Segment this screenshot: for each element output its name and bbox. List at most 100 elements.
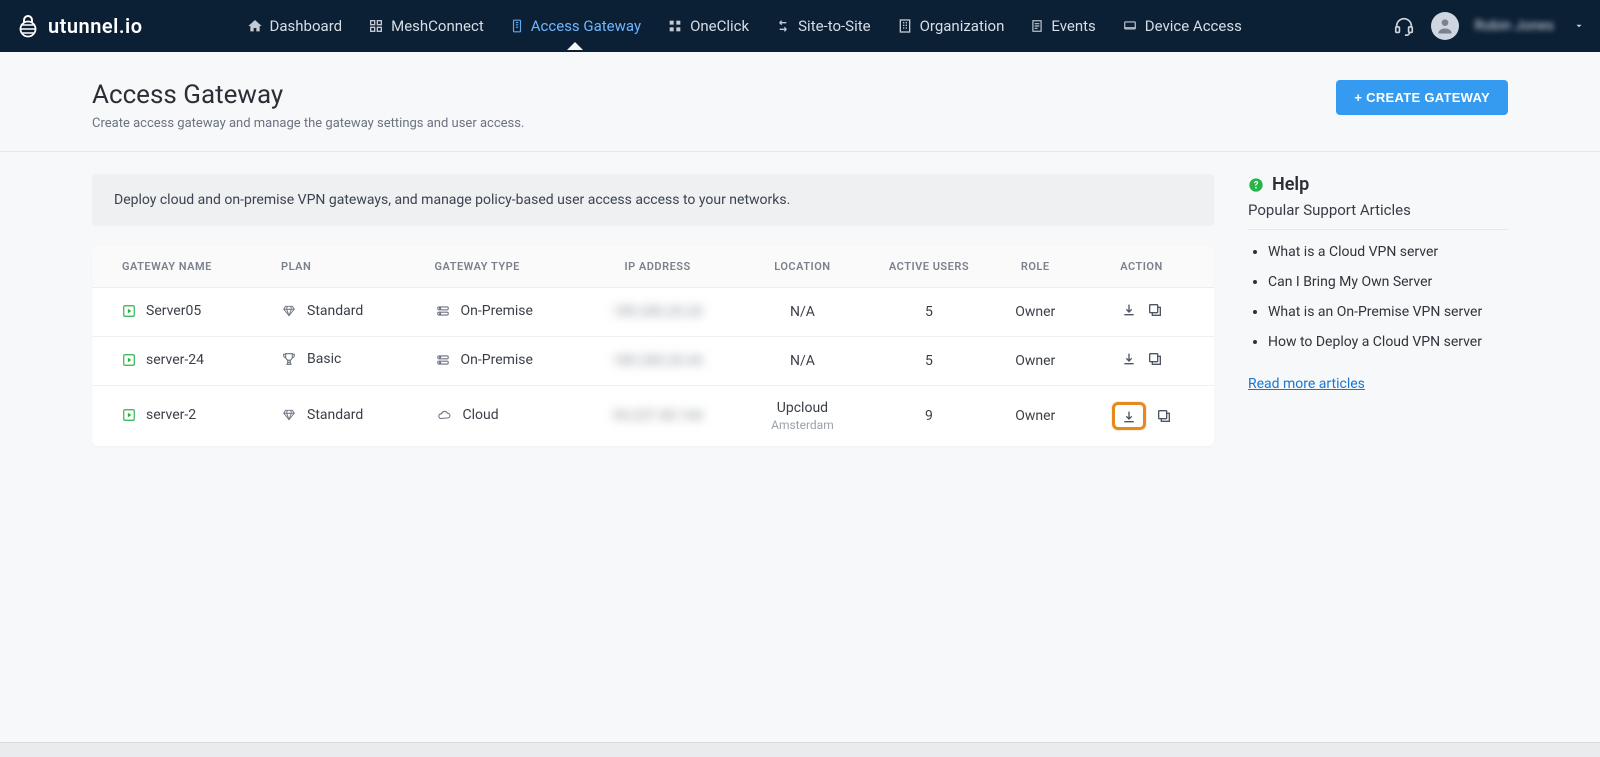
chevron-down-icon [1574,21,1584,31]
nav-dashboard[interactable]: Dashboard [243,3,347,49]
nav-device-access[interactable]: Device Access [1118,3,1246,49]
type-value: Cloud [463,407,499,423]
avatar[interactable] [1431,12,1459,40]
help-article-item[interactable]: Can I Bring My Own Server [1268,274,1508,290]
read-more-link[interactable]: Read more articles [1248,376,1365,392]
help-title-text: Help [1272,174,1309,195]
ip-address: 94.237.40.144 [613,408,703,424]
user-menu-toggle[interactable] [1574,21,1584,31]
gateway-name: server-24 [146,352,204,368]
help-question-icon [1248,177,1264,193]
role-value: Owner [1015,304,1055,320]
active-users: 5 [925,304,933,320]
plan-icon [281,408,297,422]
nav-access-gateway[interactable]: Access Gateway [506,3,645,49]
th-action: ACTION [1085,246,1214,288]
download-action[interactable] [1112,402,1146,430]
page-title: Access Gateway [92,80,524,110]
role-value: Owner [1015,353,1055,369]
th-ip: IP ADDRESS [583,246,732,288]
events-icon [1030,18,1044,34]
mesh-icon [368,18,384,34]
nav-oneclick[interactable]: OneClick [663,3,753,49]
nav-label: Device Access [1145,17,1242,35]
help-article-item[interactable]: How to Deploy a Cloud VPN server [1268,334,1508,350]
lock-globe-icon [16,14,40,38]
help-divider [1248,229,1508,230]
nav-label: Events [1051,17,1095,35]
status-play-icon [122,408,136,422]
help-title: Help [1248,174,1508,195]
type-icon [435,353,451,367]
nav-label: MeshConnect [391,17,484,35]
type-icon [435,304,451,318]
nav-organization[interactable]: Organization [893,3,1009,49]
help-article-item[interactable]: What is a Cloud VPN server [1268,244,1508,260]
gateway-name: Server05 [146,303,201,319]
page-header: Access Gateway Create access gateway and… [0,52,1600,152]
role-value: Owner [1015,408,1055,424]
help-panel: Help Popular Support Articles What is a … [1248,174,1508,392]
plan-value: Basic [307,351,341,367]
plan-value: Standard [307,303,363,319]
nav-events[interactable]: Events [1026,3,1099,49]
nav-label: Site-to-Site [798,17,870,35]
home-icon [247,18,263,34]
nav-label: Organization [920,17,1005,35]
plan-icon [281,304,297,318]
top-navbar: utunnel.io Dashboard MeshConnect Access … [0,0,1600,52]
th-users: ACTIVE USERS [873,246,986,288]
type-icon [435,408,453,422]
gateway-icon [510,18,524,34]
status-play-icon [122,353,136,367]
device-icon [1122,19,1138,33]
scale-action[interactable] [1156,408,1172,424]
help-article-list: What is a Cloud VPN server Can I Bring My… [1248,244,1508,350]
nav-label: Dashboard [270,17,343,35]
org-icon [897,18,913,34]
nav-right: Robin Jones [1393,12,1584,40]
username: Robin Jones [1475,18,1554,34]
bottom-scrollbar[interactable] [0,742,1600,757]
scale-action[interactable] [1147,351,1163,367]
help-subtitle: Popular Support Articles [1248,201,1508,219]
type-value: On-Premise [461,352,533,368]
support-headset-icon[interactable] [1393,15,1415,37]
page-body: Access Gateway Create access gateway and… [0,52,1600,742]
nav-site-to-site[interactable]: Site-to-Site [771,3,874,49]
location-value: Upcloud [777,400,828,416]
status-play-icon [122,304,136,318]
th-type: GATEWAY TYPE [425,246,583,288]
page-subtitle: Create access gateway and manage the gat… [92,116,524,131]
location-value: N/A [790,353,815,369]
brand-text: utunnel.io [48,14,143,38]
table-row[interactable]: server-2 Standard Cloud 94.237.40.144 Up… [92,386,1214,447]
nav-meshconnect[interactable]: MeshConnect [364,3,488,49]
th-role: ROLE [985,246,1085,288]
type-value: On-Premise [461,303,533,319]
help-article-item[interactable]: What is an On-Premise VPN server [1268,304,1508,320]
table-row[interactable]: server-24 Basic On-Premise 189.200.20.44… [92,337,1214,386]
oneclick-icon [667,18,683,34]
ip-address: 189.200.20.44 [613,353,703,369]
nav-items: Dashboard MeshConnect Access Gateway One… [243,3,1393,49]
th-plan: PLAN [271,246,424,288]
plan-value: Standard [307,407,363,423]
active-users: 5 [925,353,933,369]
table-row[interactable]: Server05 Standard On-Premise 189.200.20.… [92,288,1214,337]
gateway-name: server-2 [146,407,196,423]
brand-logo[interactable]: utunnel.io [16,14,143,38]
scale-action[interactable] [1147,302,1163,318]
ip-address: 189.200.20.20 [613,304,703,320]
plan-icon [281,351,297,367]
download-action[interactable] [1121,351,1137,367]
gateway-table-card: GATEWAY NAME PLAN GATEWAY TYPE IP ADDRES… [92,246,1214,446]
location-sub: Amsterdam [742,418,862,432]
th-loc: LOCATION [732,246,872,288]
main-column: Deploy cloud and on-premise VPN gateways… [92,174,1214,446]
download-action[interactable] [1121,302,1137,318]
gateway-table: GATEWAY NAME PLAN GATEWAY TYPE IP ADDRES… [92,246,1214,446]
active-users: 9 [925,408,933,424]
content: Deploy cloud and on-premise VPN gateways… [0,152,1600,486]
create-gateway-button[interactable]: + CREATE GATEWAY [1336,80,1508,115]
